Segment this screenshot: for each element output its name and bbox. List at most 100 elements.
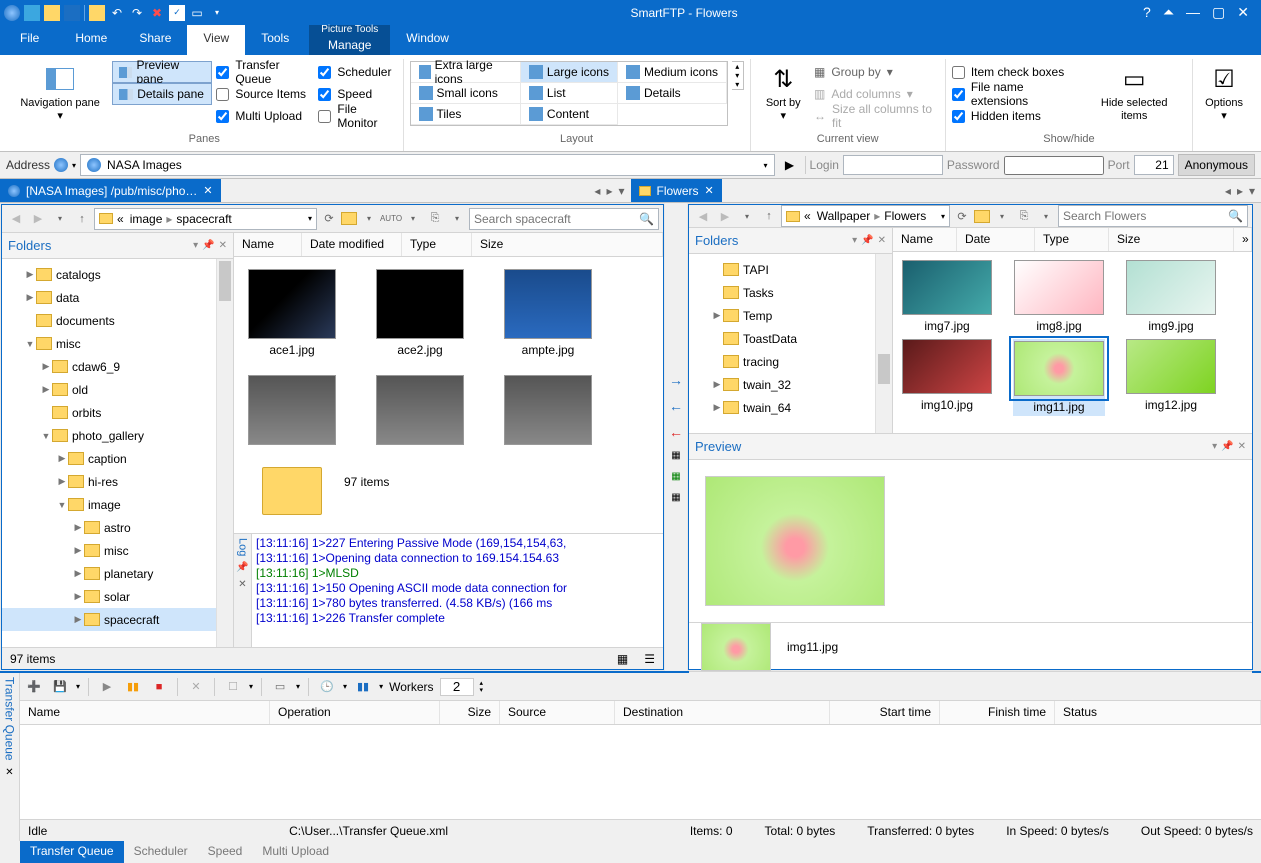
tree-item-documents[interactable]: documents (2, 309, 233, 332)
tree-item-spacecraft[interactable]: ▶spacecraft (2, 608, 233, 631)
log-body[interactable]: [13:11:16] 1>227 Entering Passive Mode (… (252, 534, 663, 647)
tree-item-astro[interactable]: ▶astro (2, 516, 233, 539)
expand-icon[interactable]: ▶ (72, 614, 84, 625)
details-pane-toggle[interactable]: Details pane (112, 83, 212, 105)
tq-pause-icon[interactable]: ▮▮ (123, 677, 143, 697)
expand-icon[interactable]: ▶ (72, 568, 84, 579)
doc-tab-left[interactable]: [NASA Images] /pub/misc/pho… ✕ (0, 179, 221, 202)
tq-misc1-icon[interactable]: ☐ (223, 677, 243, 697)
folders-drop-r-icon[interactable]: ▾ (852, 235, 857, 246)
qat-folder-icon[interactable] (44, 5, 60, 21)
options-button[interactable]: ☑ Options▾ (1199, 61, 1249, 125)
tq-col-dst[interactable]: Destination (615, 701, 830, 724)
left-breadcrumb[interactable]: « image ▸ spacecraft ▾ (94, 208, 317, 230)
refresh-button-r[interactable]: ⟳ (952, 206, 972, 226)
address-box[interactable]: NASA Images ▾ (80, 154, 775, 176)
expand-icon[interactable]: ▶ (711, 310, 723, 321)
col-date[interactable]: Date modified (302, 233, 402, 256)
qat-misc-icon[interactable]: ▭ (189, 5, 205, 21)
tq-col-size[interactable]: Size (440, 701, 500, 724)
tq-chart-icon[interactable]: ▮▮ (353, 677, 373, 697)
tree-item-cdaw6-9[interactable]: ▶cdaw6_9 (2, 355, 233, 378)
expand-icon[interactable]: ▶ (24, 269, 36, 280)
tabnav2-left-icon[interactable]: ◂ (1225, 184, 1231, 198)
tab-view[interactable]: View (187, 25, 245, 55)
sync-stop-icon[interactable]: ← (669, 424, 683, 440)
layout-list[interactable]: List (521, 83, 618, 104)
qat-dropdown-icon[interactable]: ▾ (209, 5, 225, 21)
workers-down-icon[interactable]: ▾ (480, 687, 484, 694)
layout-content[interactable]: Content (521, 104, 618, 125)
qat-save-icon[interactable] (64, 5, 80, 21)
tab-window[interactable]: Window (390, 25, 465, 55)
tree-item-misc[interactable]: ▶misc (2, 539, 233, 562)
search-icon-r[interactable]: 🔍 (1228, 209, 1243, 223)
tq-save-icon[interactable]: 💾 (50, 677, 70, 697)
doc-tab-right-close-icon[interactable]: ✕ (705, 184, 714, 197)
right-thumbs[interactable]: img7.jpgimg8.jpgimg9.jpgimg10.jpgimg11.j… (893, 252, 1252, 433)
tree-item-old[interactable]: ▶old (2, 378, 233, 401)
tree-item-solar[interactable]: ▶solar (2, 585, 233, 608)
expand-icon[interactable]: ▶ (56, 453, 68, 464)
col-size[interactable]: Size (472, 233, 663, 256)
tree-item-twain-32[interactable]: ▶twain_32 (689, 373, 892, 396)
go-button[interactable]: ▶ (779, 154, 801, 176)
hist-drop-r-icon[interactable]: ▾ (737, 206, 757, 226)
navigation-pane-button[interactable]: Navigation pane ▾ (12, 61, 108, 125)
right-breadcrumb[interactable]: « Wallpaper ▸ Flowers ▾ (781, 205, 950, 227)
group-by-button[interactable]: ▦Group by ▾ (814, 61, 939, 83)
tq-col-start[interactable]: Start time (830, 701, 940, 724)
source-items-check[interactable]: Source Items (216, 83, 314, 105)
col-name[interactable]: Name (234, 233, 302, 256)
port-input[interactable] (1134, 155, 1174, 175)
btab-speed[interactable]: Speed (198, 841, 253, 863)
hidden-items-check[interactable]: Hidden items (952, 105, 1079, 127)
expand-icon[interactable]: ▶ (711, 402, 723, 413)
layout-tiles[interactable]: Tiles (411, 104, 521, 125)
tabnav2-right-icon[interactable]: ▸ (1237, 184, 1243, 198)
left-search[interactable]: 🔍 (469, 208, 659, 230)
folders-pin-r-icon[interactable]: 📌 (861, 235, 873, 246)
preview-drop-icon[interactable]: ▾ (1212, 441, 1217, 452)
tabnav-left-icon[interactable]: ◂ (594, 184, 600, 198)
overflow-folder[interactable] (246, 467, 338, 515)
search-icon[interactable]: 🔍 (639, 212, 654, 226)
anonymous-button[interactable]: Anonymous (1178, 154, 1255, 176)
tabnav2-menu-icon[interactable]: ▾ (1249, 184, 1255, 198)
ribbon-toggle-icon[interactable]: ⏶ (1163, 4, 1174, 21)
file-img7.jpg[interactable]: img7.jpg (901, 260, 993, 333)
sync-right-icon[interactable]: → (669, 372, 683, 388)
tree-item-tapi[interactable]: TAPI (689, 258, 892, 281)
tab-home[interactable]: Home (59, 25, 123, 55)
file-img11.jpg[interactable]: img11.jpg (1013, 339, 1105, 416)
multi-upload-check[interactable]: Multi Upload (216, 105, 314, 127)
file-ace2.jpg[interactable]: ace2.jpg (374, 269, 466, 357)
doc-tab-right[interactable]: Flowers ✕ (631, 179, 722, 202)
preview-pin-icon[interactable]: 📌 (1221, 441, 1233, 452)
expand-icon[interactable]: ▶ (72, 591, 84, 602)
address-drop2-icon[interactable]: ▾ (764, 161, 768, 170)
maximize-icon[interactable]: ▢ (1212, 4, 1225, 21)
qat-globe-icon[interactable] (4, 5, 20, 21)
qat-redo-icon[interactable]: ↷ (129, 5, 145, 21)
right-folder-icon[interactable] (974, 210, 990, 223)
tq-screen-icon[interactable]: ▭ (270, 677, 290, 697)
tq-col-src[interactable]: Source (500, 701, 615, 724)
expand-icon[interactable]: ▶ (72, 522, 84, 533)
btab-scheduler[interactable]: Scheduler (124, 841, 198, 863)
sync-settings-icon[interactable]: ▦ (671, 450, 680, 461)
col-name-r[interactable]: Name (893, 228, 957, 251)
expand-icon[interactable]: ▶ (711, 379, 723, 390)
sync-left-icon[interactable]: ← (669, 398, 683, 414)
tabnav-menu-icon[interactable]: ▾ (618, 184, 624, 198)
login-input[interactable] (843, 155, 943, 175)
right-search-input[interactable] (1063, 209, 1228, 223)
crumb-drop-icon-r[interactable]: ▾ (941, 212, 945, 221)
tree-item-caption[interactable]: ▶caption (2, 447, 233, 470)
folders-pin-icon[interactable]: 📌 (202, 240, 214, 251)
help-icon[interactable]: ? (1143, 4, 1151, 21)
hist-drop-icon[interactable]: ▾ (50, 209, 70, 229)
view-large-icon[interactable]: ▦ (617, 652, 628, 666)
file-ace1.jpg[interactable]: ace1.jpg (246, 269, 338, 357)
crumb-flowers[interactable]: Flowers (882, 209, 928, 223)
